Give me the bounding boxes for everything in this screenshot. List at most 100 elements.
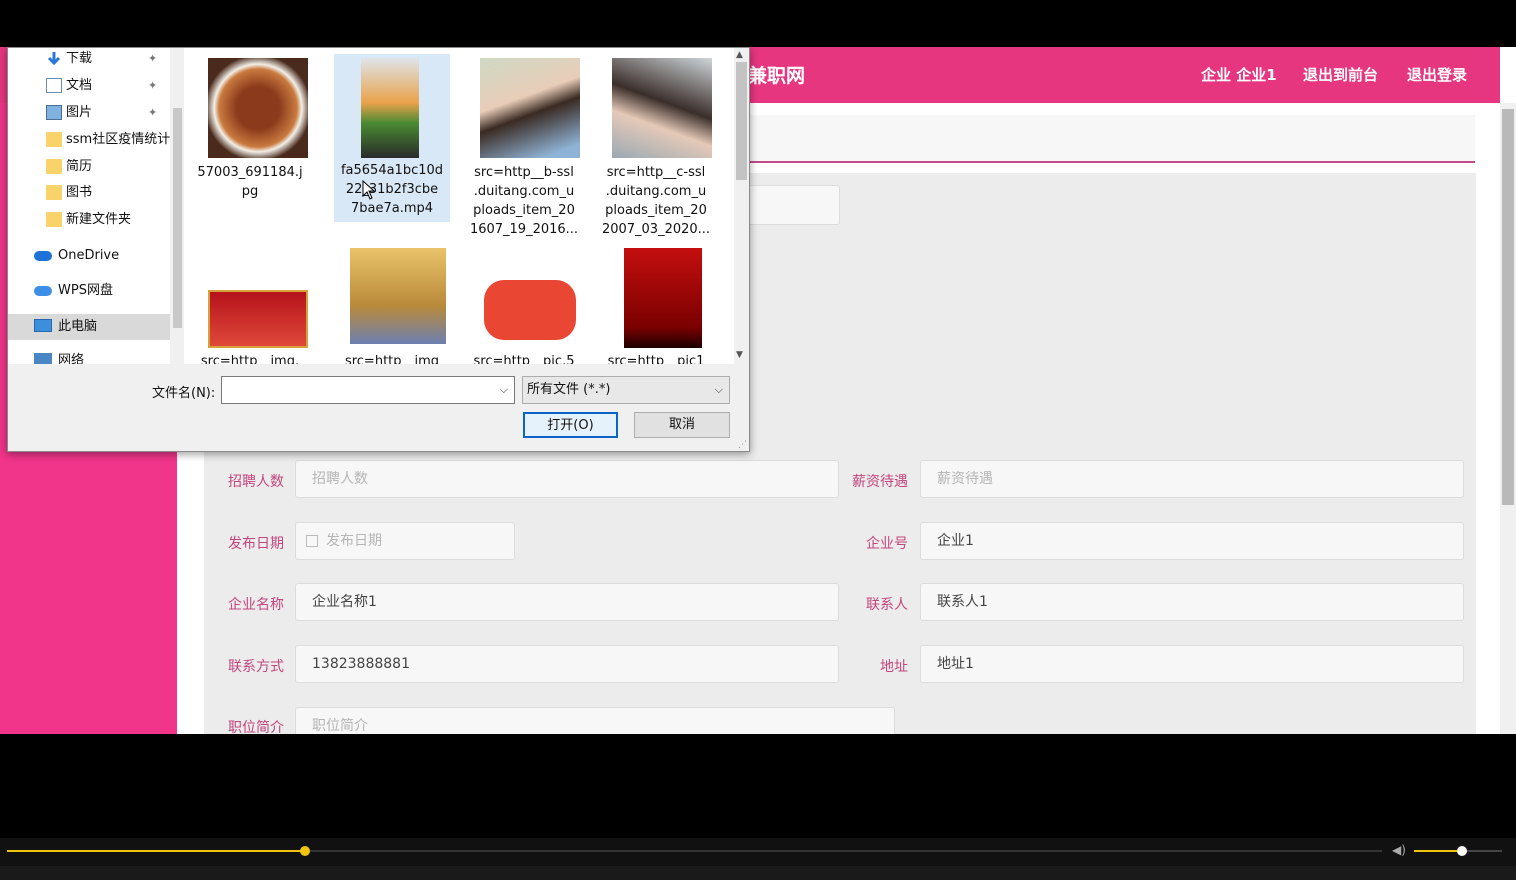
site-brand[interactable]: 兼职网 xyxy=(748,61,805,88)
cloud-icon xyxy=(34,251,52,261)
label-address: 地址 xyxy=(880,659,908,675)
document-icon xyxy=(46,78,62,93)
filename-label: 文件名(N): xyxy=(152,386,216,401)
nav-label: 网络 xyxy=(58,353,85,364)
volume-handle[interactable] xyxy=(1457,846,1468,856)
label-enterprise-name: 企业名称 xyxy=(228,597,284,613)
publish-date-placeholder: 发布日期 xyxy=(326,533,382,549)
file-item[interactable]: src=http__c-ssl .duitang.com_u ploads_item… xyxy=(598,50,730,240)
image-thumbnail xyxy=(624,248,702,348)
picture-icon xyxy=(46,105,62,120)
nav-item-pictures[interactable]: 图片 ✦ xyxy=(8,100,170,126)
chevron-down-icon[interactable]: ⌵ xyxy=(715,377,723,403)
nav-label: WPS网盘 xyxy=(58,283,113,298)
nav-item-onedrive[interactable]: OneDrive xyxy=(8,243,170,269)
open-button[interactable]: 打开(O) xyxy=(523,412,618,438)
label-phone: 联系方式 xyxy=(228,659,284,675)
nav-label: 图书 xyxy=(66,185,93,200)
page-scrollbar-thumb[interactable] xyxy=(1502,109,1514,505)
pin-icon: ✦ xyxy=(148,106,158,119)
panel-header xyxy=(745,115,1475,163)
cancel-button[interactable]: 取消 xyxy=(634,412,730,438)
volume-level xyxy=(1414,850,1463,852)
file-name: src=http__c-ssl .duitang.com_u ploads_item… xyxy=(601,165,711,237)
scroll-down-icon[interactable]: ▼ xyxy=(736,350,743,360)
nav-label: ssm社区疫情统计 xyxy=(66,132,170,147)
nav-scrollbar-thumb[interactable] xyxy=(173,108,182,328)
nav-item-download[interactable]: 下载 ✦ xyxy=(8,48,170,72)
contact-input[interactable]: 联系人1 xyxy=(920,583,1464,621)
file-name: src=http__b-ssl .duitang.com_u ploads_item… xyxy=(469,165,579,237)
file-open-dialog: 下载 ✦ 文档 ✦ 图片 ✦ ssm社区疫情统计 简历 图书 新建文件夹 One… xyxy=(7,47,750,452)
file-name: 57003_691184.j pg xyxy=(197,165,303,199)
file-name: src=http__img xyxy=(344,354,440,364)
file-item[interactable]: src=http__pic.5 xyxy=(466,244,598,364)
image-thumbnail xyxy=(208,290,308,348)
nav-item-folder-ssm[interactable]: ssm社区疫情统计 xyxy=(8,127,170,153)
nav-label: 下载 xyxy=(66,51,93,66)
file-name: src=http__img. xyxy=(200,354,300,364)
recruit-count-input[interactable]: 招聘人数 xyxy=(295,460,839,498)
nav-label: OneDrive xyxy=(58,248,120,263)
computer-icon xyxy=(34,319,52,332)
resize-grip-icon[interactable]: ⋰ xyxy=(738,440,747,450)
file-item-selected[interactable]: fa5654a1bc10d 22_31b2f3cbe 7bae7a.mp4 xyxy=(334,54,450,222)
file-list: 57003_691184.j pg fa5654a1bc10d 22_31b2f3c… xyxy=(184,48,734,364)
nav-item-this-pc[interactable]: 此电脑 xyxy=(8,314,170,340)
label-contact: 联系人 xyxy=(866,597,908,613)
publish-date-input[interactable]: 发布日期 xyxy=(295,522,515,560)
nav-item-documents[interactable]: 文档 ✦ xyxy=(8,73,170,99)
image-thumbnail xyxy=(612,58,712,158)
salary-input[interactable]: 薪资待遇 xyxy=(920,460,1464,498)
scroll-up-icon[interactable]: ▲ xyxy=(736,50,743,60)
mouse-cursor-icon xyxy=(362,180,376,200)
phone-input[interactable]: 13823888881 xyxy=(295,645,839,683)
partial-top-field[interactable] xyxy=(750,185,840,225)
nav-label: 简历 xyxy=(66,159,93,174)
file-item[interactable]: src=http__b-ssl .duitang.com_u ploads_item… xyxy=(466,50,598,240)
image-thumbnail xyxy=(480,58,580,158)
seek-handle[interactable] xyxy=(300,846,311,856)
nav-item-folder-resume[interactable]: 简历 xyxy=(8,154,170,180)
file-name: fa5654a1bc10d 22_31b2f3cbe 7bae7a.mp4 xyxy=(340,163,444,216)
cloud-icon xyxy=(34,286,52,296)
enterprise-name-input[interactable]: 企业名称1 xyxy=(295,583,839,621)
image-thumbnail xyxy=(208,58,308,158)
file-item[interactable]: src=http__img xyxy=(334,244,466,364)
seek-progress xyxy=(7,850,306,852)
file-item[interactable]: src=http__pic1 xyxy=(598,244,730,364)
file-type-select[interactable]: 所有文件 (*.*) ⌵ xyxy=(522,376,730,404)
file-item[interactable]: src=http__img. xyxy=(184,244,316,364)
nav-item-network[interactable]: 网络 xyxy=(8,348,170,364)
video-thumbnail xyxy=(361,58,419,158)
file-item[interactable]: 57003_691184.j pg xyxy=(184,50,316,240)
filename-input[interactable]: ⌵ xyxy=(221,376,515,404)
folder-icon xyxy=(46,185,62,200)
label-publish-date: 发布日期 xyxy=(228,536,284,552)
nav-logout[interactable]: 退出登录 xyxy=(1407,64,1467,85)
volume-icon[interactable]: ◀) xyxy=(1392,843,1406,857)
label-salary: 薪资待遇 xyxy=(852,474,908,490)
chevron-down-icon[interactable]: ⌵ xyxy=(500,377,508,403)
enterprise-id-input[interactable]: 企业1 xyxy=(920,522,1464,560)
nav-enterprise-account[interactable]: 企业 企业1 xyxy=(1201,64,1277,85)
folder-icon xyxy=(46,132,62,147)
label-job-intro: 职位简介 xyxy=(228,720,284,734)
address-input[interactable]: 地址1 xyxy=(920,645,1464,683)
file-name: src=http__pic1 xyxy=(607,354,705,364)
nav-back-to-front[interactable]: 退出到前台 xyxy=(1303,64,1378,85)
nav-label: 图片 xyxy=(66,105,93,120)
nav-item-wps[interactable]: WPS网盘 xyxy=(8,278,170,304)
nav-item-folder-books[interactable]: 图书 xyxy=(8,180,170,206)
image-thumbnail xyxy=(350,248,446,344)
pin-icon: ✦ xyxy=(148,52,158,65)
file-scrollbar-thumb[interactable] xyxy=(736,62,747,180)
pin-icon: ✦ xyxy=(148,79,158,92)
file-type-value: 所有文件 (*.*) xyxy=(527,382,611,397)
nav-item-folder-new[interactable]: 新建文件夹 xyxy=(8,207,170,233)
nav-scrollbar[interactable] xyxy=(170,48,184,364)
job-intro-input[interactable]: 职位简介 xyxy=(295,707,895,734)
nav-label: 此电脑 xyxy=(58,319,98,334)
dialog-nav-pane: 下载 ✦ 文档 ✦ 图片 ✦ ssm社区疫情统计 简历 图书 新建文件夹 One… xyxy=(8,48,170,364)
folder-icon xyxy=(46,212,62,227)
